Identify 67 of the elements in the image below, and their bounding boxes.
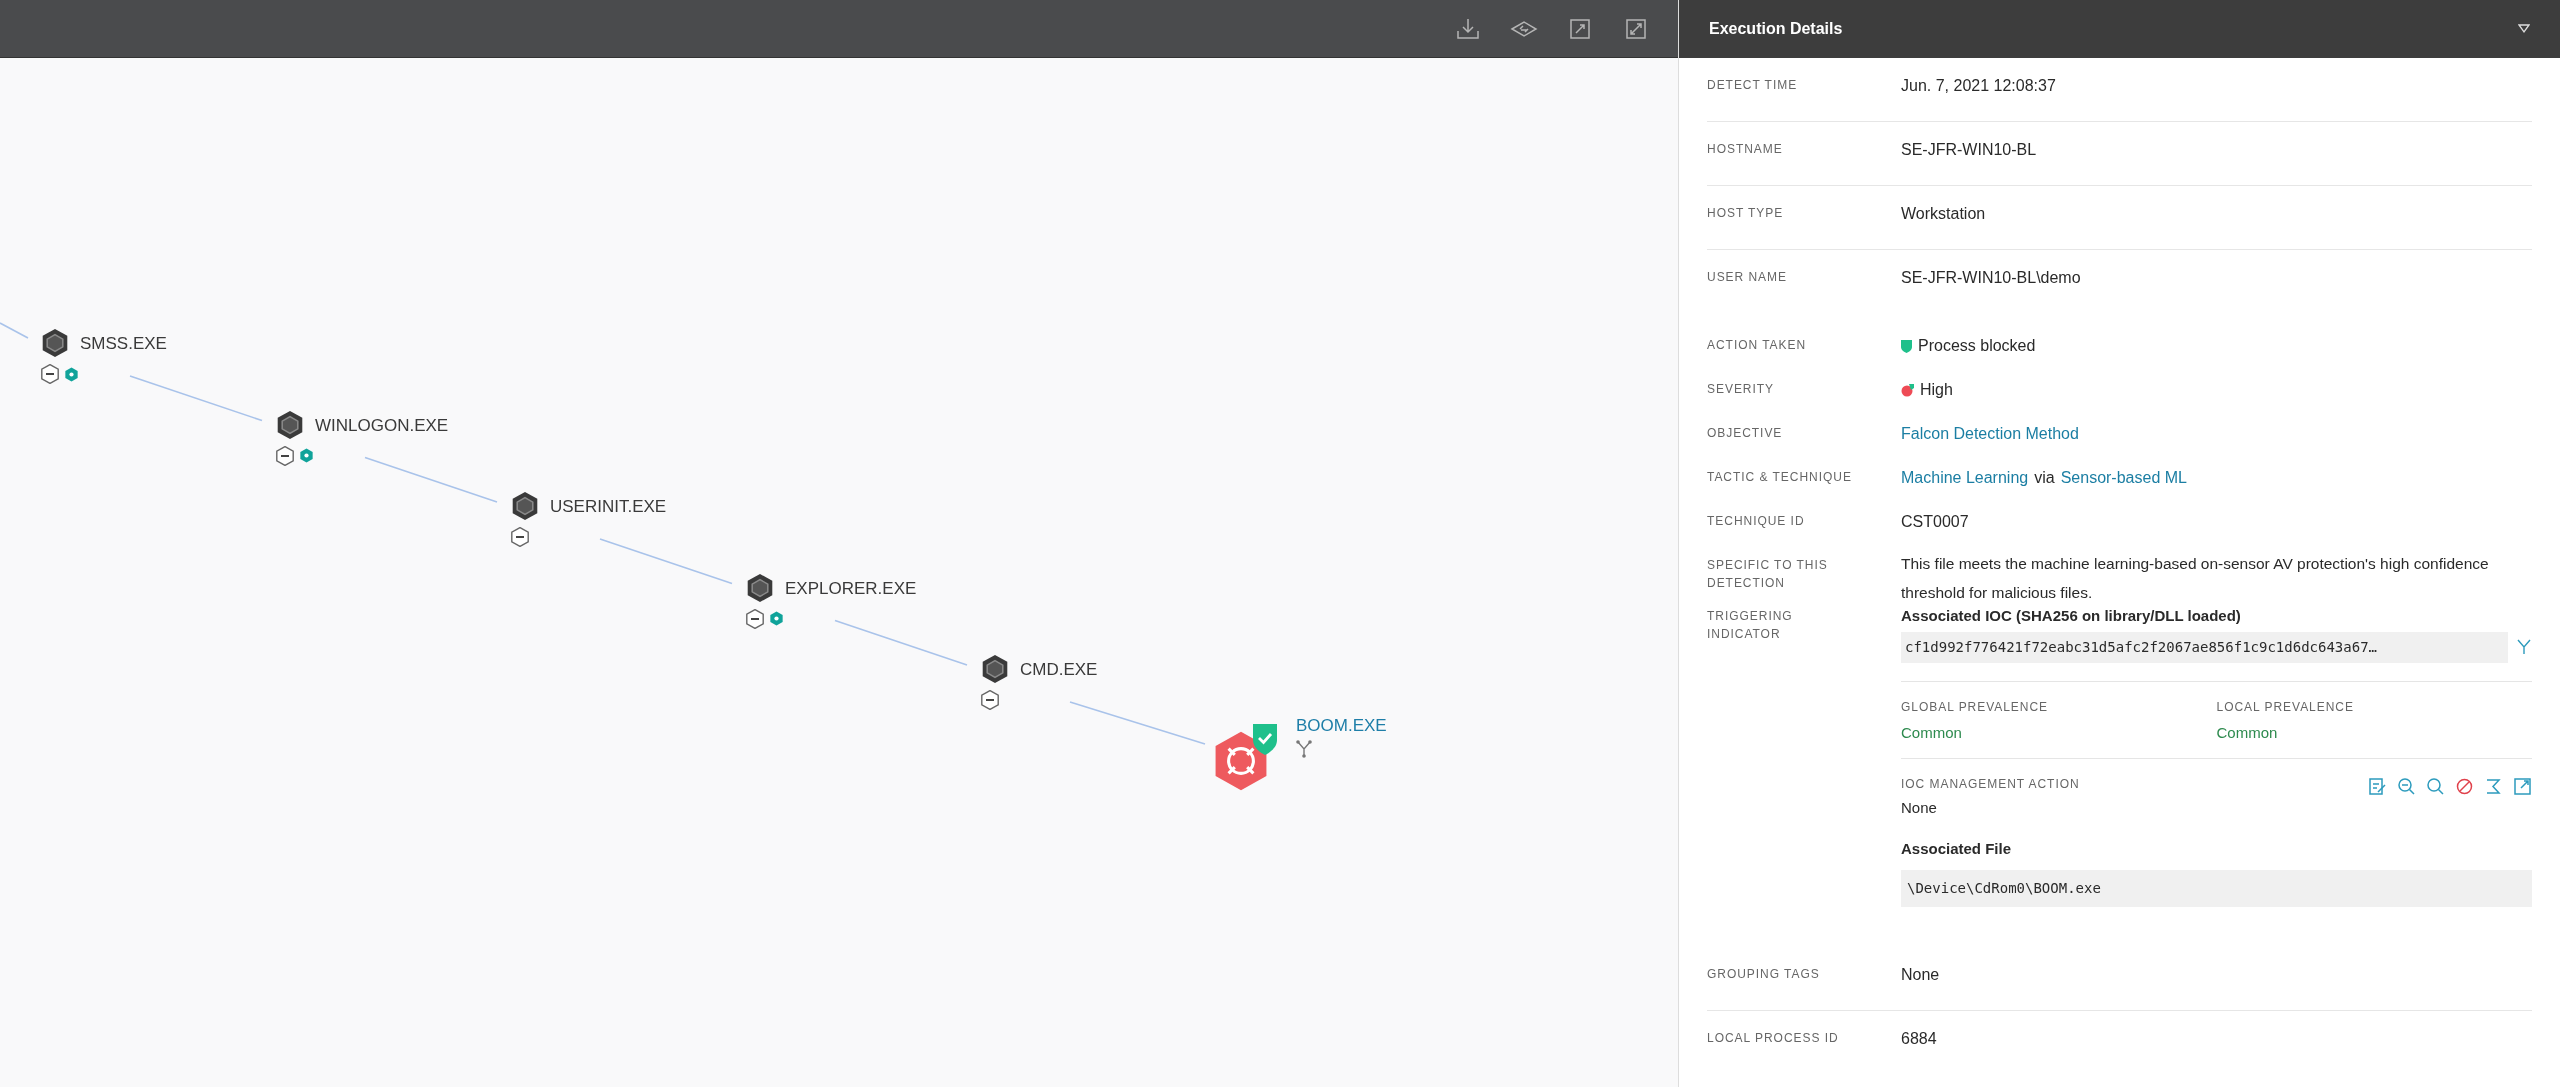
field-link[interactable]: Machine Learning bbox=[1901, 466, 2029, 490]
hexagon-node-icon[interactable] bbox=[275, 409, 305, 440]
field-label: HOST TYPE bbox=[1707, 205, 1785, 222]
process-label[interactable]: EXPLORER.EXE bbox=[785, 575, 917, 601]
field-label: IOC MANAGEMENT ACTION bbox=[1901, 776, 2080, 793]
field-value: This file meets the machine learning-based on-sensor AV protection's high confidence threshold for malicious files. bbox=[1901, 554, 2490, 603]
caret-icon[interactable] bbox=[2518, 24, 2530, 34]
collapse-icon[interactable] bbox=[980, 690, 1000, 710]
fork-icon[interactable] bbox=[1296, 740, 1312, 758]
prevalence-value: Common bbox=[1901, 722, 1963, 743]
process-label[interactable]: USERINIT.EXE bbox=[550, 494, 667, 520]
hexagon-badge-icon[interactable] bbox=[769, 611, 784, 626]
collapse-icon[interactable] bbox=[40, 364, 60, 384]
field-label: LOCAL PREVALENCE bbox=[2216, 698, 2355, 716]
field-value: via bbox=[2034, 468, 2055, 488]
fork-icon[interactable] bbox=[2516, 638, 2532, 656]
file-path-field: \Device\CdRom0\BOOM.exe bbox=[1901, 870, 2532, 907]
edge-line bbox=[0, 322, 29, 339]
file-heading: Associated File bbox=[1901, 838, 2013, 859]
field-value: None bbox=[1901, 966, 1940, 983]
hexagon-node-icon[interactable] bbox=[510, 491, 540, 521]
ioc-heading: Associated IOC (SHA256 on library/DLL loaded) bbox=[1901, 606, 2242, 626]
process-label[interactable]: SMSS.EXE bbox=[80, 331, 167, 357]
collapse-icon[interactable] bbox=[745, 608, 765, 629]
field-value: SE-JFR-WIN10-BL\demo bbox=[1901, 269, 2081, 286]
edit-icon[interactable] bbox=[2368, 777, 2387, 796]
field-value: 6884 bbox=[1901, 1030, 1937, 1047]
field-link[interactable]: Sensor-based ML bbox=[2060, 466, 2187, 490]
field-label: TACTIC & TECHNIQUE bbox=[1707, 469, 1853, 486]
field-value: Process blocked bbox=[1918, 336, 2036, 356]
field-value: SE-JFR-WIN10-BL bbox=[1901, 141, 2037, 158]
field-label: ACTION TAKEN bbox=[1707, 337, 1808, 354]
panel-title: Execution Details bbox=[1709, 19, 1843, 39]
field-value: CST0007 bbox=[1901, 513, 1969, 530]
field-label: USER NAME bbox=[1707, 269, 1788, 286]
hexagon-badge-icon[interactable] bbox=[64, 366, 79, 382]
hexagon-node-icon[interactable] bbox=[40, 328, 70, 358]
process-label[interactable]: WINLOGON.EXE bbox=[315, 412, 449, 438]
search-icon[interactable] bbox=[2426, 777, 2445, 796]
prevalence-value: Common bbox=[2216, 722, 2279, 743]
hexagon-badge-icon[interactable] bbox=[299, 448, 314, 463]
field-label: TECHNIQUE ID bbox=[1707, 513, 1806, 530]
collapse-icon[interactable] bbox=[510, 527, 530, 547]
field-value: Jun. 7, 2021 12:08:37 bbox=[1901, 77, 2056, 94]
shield-icon bbox=[1901, 339, 1912, 353]
severity-icon bbox=[1901, 383, 1915, 397]
field-value: Workstation bbox=[1901, 205, 1986, 222]
hexagon-node-icon[interactable] bbox=[980, 654, 1010, 684]
field-label: OBJECTIVE bbox=[1707, 425, 1784, 442]
collapse-icon[interactable] bbox=[275, 445, 295, 466]
field-label: TRIGGERING INDICATOR bbox=[1707, 608, 1794, 643]
hash-field: cf1d992f776421f72eabc31d5afc2f2067ae856f1c9c1d6dc643a67… bbox=[1901, 631, 2508, 663]
zoom-in-icon[interactable] bbox=[2397, 777, 2416, 796]
field-value: High bbox=[1920, 380, 1953, 400]
field-label: SEVERITY bbox=[1707, 381, 1776, 398]
process-label[interactable]: CMD.EXE bbox=[1020, 657, 1098, 683]
field-label: DETECT TIME bbox=[1707, 77, 1799, 94]
field-label: LOCAL PROCESS ID bbox=[1707, 1030, 1840, 1047]
external-link-icon[interactable] bbox=[2513, 777, 2532, 796]
hexagon-node-icon[interactable] bbox=[745, 572, 775, 603]
field-value: None bbox=[1901, 798, 1938, 818]
field-label: GROUPING TAGS bbox=[1707, 966, 1821, 983]
field-link[interactable]: Falcon Detection Method bbox=[1901, 425, 2079, 442]
field-label: GLOBAL PREVALENCE bbox=[1901, 698, 2050, 716]
field-label: SPECIFIC TO THIS DETECTION bbox=[1707, 557, 1829, 592]
field-label: HOSTNAME bbox=[1707, 141, 1784, 158]
process-label[interactable]: BOOM.EXE bbox=[1296, 713, 1387, 739]
